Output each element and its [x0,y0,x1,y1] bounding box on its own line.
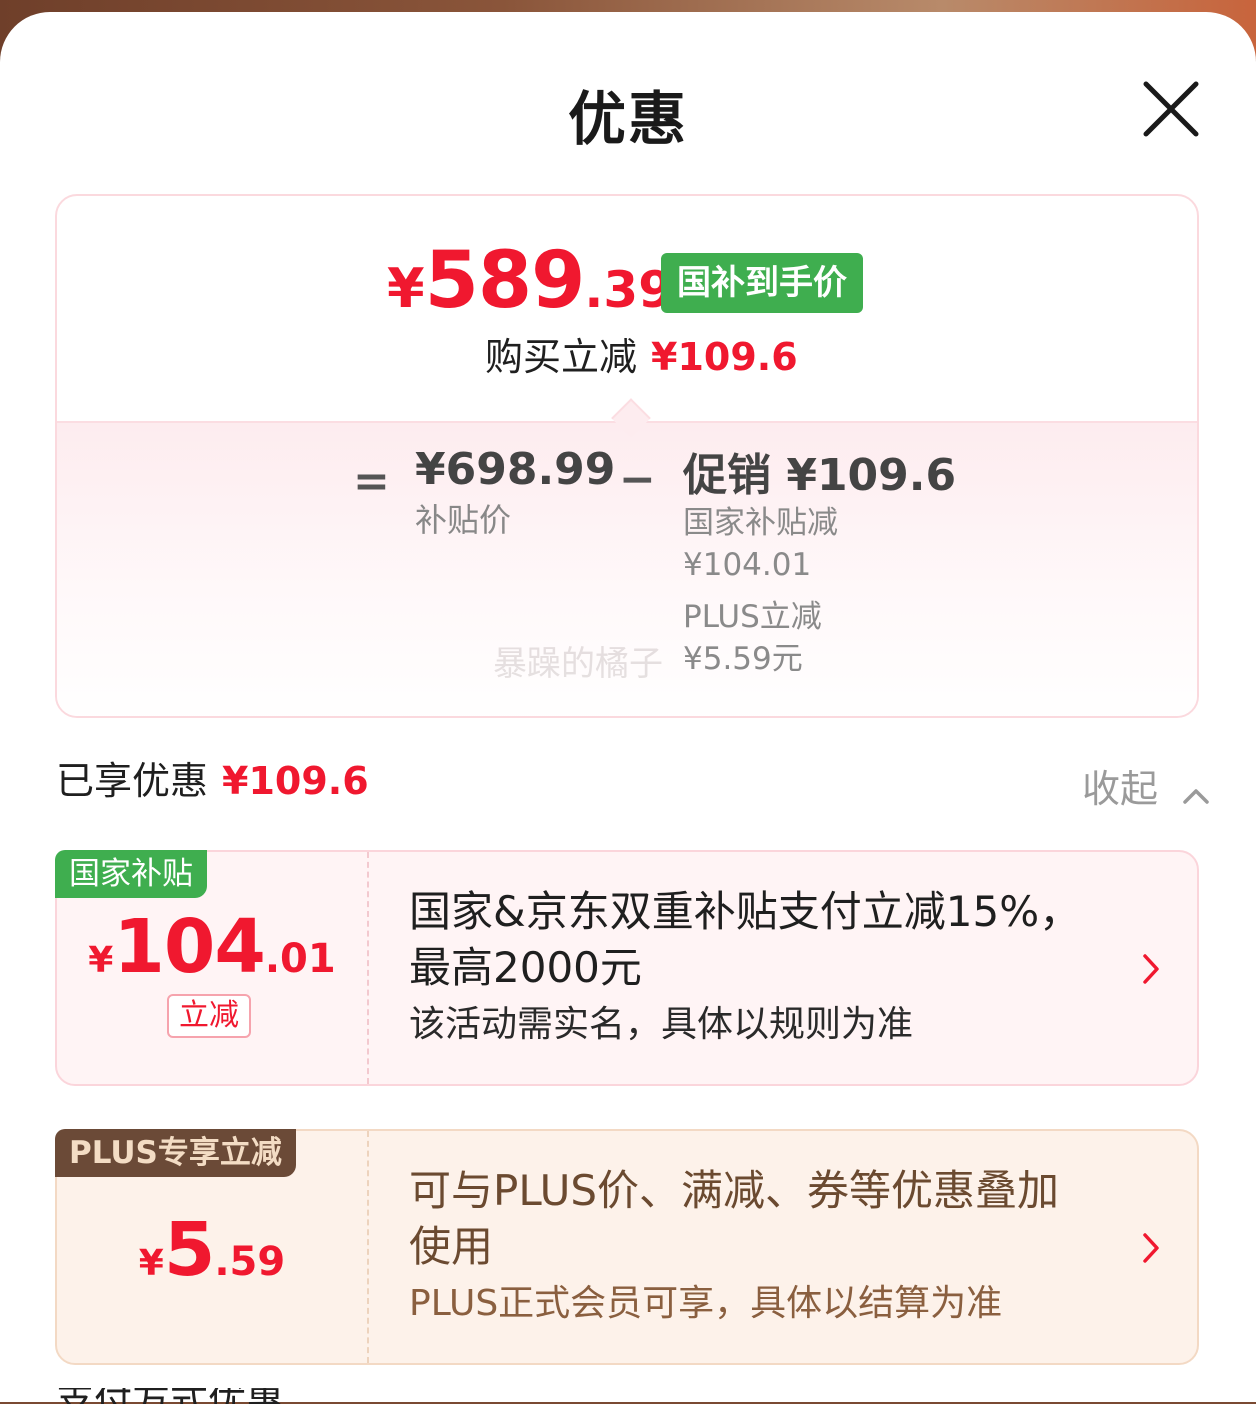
subsidy-price-label: 补贴价 [415,501,512,539]
enjoyed-discount-amount: ¥109.6 [222,759,369,803]
discount-sheet: 优惠 ¥589.39 国补到手价 购买立减 ¥109.6 = ¥698.99 补贴… [0,12,1256,1404]
coupon-description: 可与PLUS价、满减、券等优惠叠加使用 PLUS正式会员可享，具体以结算为准 [409,1163,1087,1329]
promotion-block: 促销 ¥109.6 国家补贴减 ¥104.01 PLUS立减 ¥5.59元 [683,450,956,680]
watermark: 暴躁的橘子 [493,644,663,684]
final-price-decimal: .39 [584,261,673,319]
plus-discount-coupon[interactable]: PLUS专享立减 ¥5.59 可与PLUS价、满减、券等优惠叠加使用 PLUS正… [55,1129,1199,1365]
equals-sign: = [353,456,390,507]
enjoyed-discount-label: 已享优惠 [56,759,209,803]
chevron-right-icon[interactable] [1141,1231,1161,1269]
coupon-amount-integer: 104 [113,904,265,990]
close-button[interactable] [1140,78,1202,140]
sheet-title: 优惠 [567,85,688,153]
promotion-amount: ¥109.6 [786,450,957,501]
coupon-subtitle: 该活动需实名，具体以规则为准 [409,1004,914,1045]
next-section-heading: 支付方式优惠 [56,1388,296,1404]
final-price-tag: 国补到手价 [661,253,863,313]
promotion-label: 促销 [683,450,771,501]
purchase-reduction-label: 购买立减 [485,335,638,379]
coupon-amount-currency: ¥ [138,1243,164,1284]
minus-sign: − [619,454,656,505]
final-price: ¥589.39 [387,236,673,326]
coupon-amount-integer: 5 [163,1207,215,1293]
coupon-title: 国家&京东双重补贴支付立减15%，最高2000元 [409,887,1082,992]
purchase-reduction: 购买立减 ¥109.6 [485,326,798,381]
coupon-amount-currency: ¥ [88,940,114,981]
next-section-label: 支付方式优惠 [56,1388,296,1404]
plus-discount-label: PLUS立减 [683,599,822,635]
chevron-up-icon [1182,770,1210,814]
coupon-amount: ¥5.59 [57,1207,367,1293]
coupon-subtitle: PLUS正式会员可享，具体以结算为准 [409,1283,1003,1324]
final-price-integer: 589 [424,236,586,326]
final-price-currency: ¥ [387,257,425,320]
national-subsidy-amount: ¥104.01 [683,547,812,583]
collapse-button[interactable]: 收起 [1082,758,1210,814]
chevron-right-icon[interactable] [1141,952,1161,990]
coupon-divider [367,1131,369,1363]
collapse-label: 收起 [1082,767,1159,811]
coupon-amount-decimal: .01 [264,936,336,982]
close-icon [1143,81,1199,137]
coupon-divider [367,852,369,1084]
coupon-type-tag: 立减 [167,994,251,1038]
coupon-title: 可与PLUS价、满减、券等优惠叠加使用 [409,1166,1060,1271]
national-subsidy-coupon[interactable]: 国家补贴 ¥104.01 立减 国家&京东双重补贴支付立减15%，最高2000元… [55,850,1199,1086]
coupon-badge: 国家补贴 [55,850,207,898]
coupon-amount: ¥104.01 [57,904,367,990]
purchase-reduction-amount: ¥109.6 [651,335,798,379]
subsidy-price-block: ¥698.99 补贴价 [415,444,615,541]
plus-discount-amount: ¥5.59元 [683,641,803,677]
promotion-total: 促销 ¥109.6 [683,450,956,502]
subsidy-price-amount: ¥698.99 [415,444,616,495]
coupon-amount-decimal: .59 [214,1239,286,1285]
coupon-badge: PLUS专享立减 [55,1129,296,1177]
enjoyed-discount: 已享优惠 ¥109.6 [56,750,369,805]
national-subsidy-label: 国家补贴减 [683,505,838,541]
price-summary-card: ¥589.39 国补到手价 购买立减 ¥109.6 = ¥698.99 补贴价 −… [55,194,1199,718]
coupon-description: 国家&京东双重补贴支付立减15%，最高2000元 该活动需实名，具体以规则为准 [409,884,1087,1050]
